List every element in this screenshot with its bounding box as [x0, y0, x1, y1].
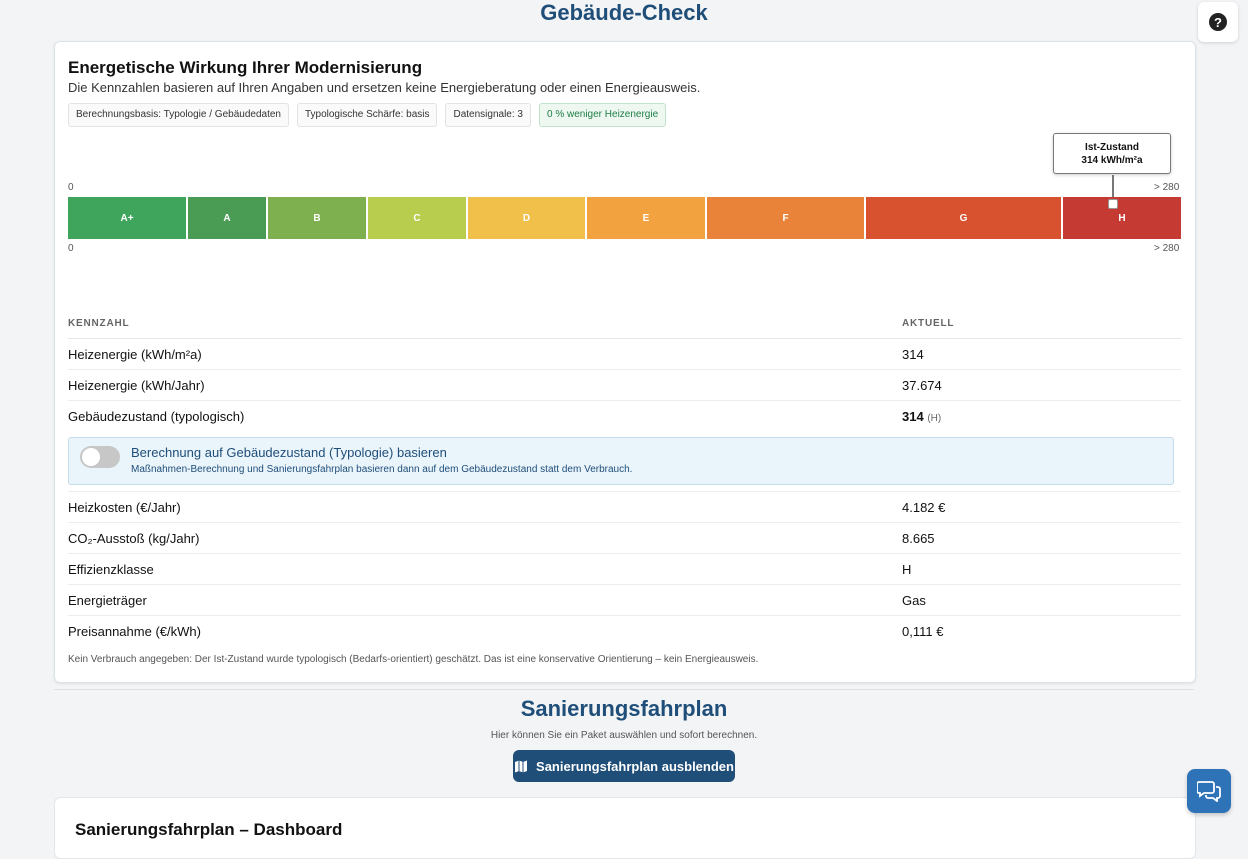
energy-impact-card: Energetische Wirkung Ihrer Modernisierun… — [54, 41, 1196, 683]
typology-toggle-switch[interactable] — [80, 446, 120, 468]
toggle-title: Berechnung auf Gebäudezustand (Typologie… — [131, 445, 447, 460]
efficiency-class-a: A — [188, 197, 266, 239]
marker-title: Ist-Zustand — [1085, 142, 1139, 153]
card-subtitle: Die Kennzahlen basieren auf Ihren Angabe… — [68, 80, 701, 95]
scale-min-bottom: 0 — [68, 243, 74, 254]
toggle-subtitle: Maßnahmen-Berechnung und Sanierungsfahrp… — [131, 464, 633, 475]
chat-button[interactable] — [1187, 769, 1231, 813]
current-state-marker-label: Ist-Zustand 314 kWh/m²a — [1053, 133, 1171, 174]
scale-min-top: 0 — [68, 182, 74, 193]
building-state-value: 314 — [902, 409, 924, 424]
row-value: 8.665 — [902, 531, 935, 546]
col-header-key: KENNZAHL — [68, 318, 130, 329]
table-row: Heizenergie (kWh/Jahr) 37.674 — [68, 370, 1181, 401]
card-title: Energetische Wirkung Ihrer Modernisierun… — [68, 58, 423, 77]
row-key: Heizkosten (€/Jahr) — [68, 500, 181, 515]
row-value: 0,111 € — [902, 624, 944, 639]
dashboard-title: Sanierungsfahrplan – Dashboard — [75, 820, 343, 839]
hide-renovation-plan-button[interactable]: Sanierungsfahrplan ausblenden — [513, 750, 735, 782]
table-row: Heizenergie (kWh/m²a) 314 — [68, 339, 1181, 370]
building-state-class: (H) — [927, 413, 942, 424]
help-button[interactable]: ? — [1198, 2, 1238, 42]
marker-value: 314 kWh/m²a — [1081, 155, 1143, 166]
disclaimer-note: Kein Verbrauch angegeben: Der Ist-Zustan… — [68, 654, 759, 665]
section-divider — [54, 689, 1194, 690]
toggle-knob — [82, 448, 100, 466]
row-value: 314 — [902, 347, 924, 362]
col-header-value: AKTUELL — [902, 318, 955, 329]
table-row: Effizienzklasse H — [68, 554, 1181, 585]
row-key: Heizenergie (kWh/m²a) — [68, 347, 202, 362]
efficiency-class-g: G — [866, 197, 1061, 239]
row-key: Preisannahme (€/kWh) — [68, 624, 201, 639]
marker-handle — [1108, 199, 1118, 209]
row-key: Gebäudezustand (typologisch) — [68, 409, 245, 424]
dashboard-card: Sanierungsfahrplan – Dashboard — [54, 797, 1196, 859]
table-row: Preisannahme (€/kWh) 0,111 € — [68, 616, 1181, 646]
efficiency-class-d: D — [468, 197, 585, 239]
efficiency-class-a-plus: A+ — [68, 197, 186, 239]
row-value: Gas — [902, 593, 926, 608]
chip-data-signals: Datensignale: 3 — [445, 103, 531, 127]
efficiency-class-bar: A+ A B C D E F G H — [68, 197, 1181, 239]
chat-icon — [1197, 781, 1221, 802]
table-row: Energieträger Gas — [68, 585, 1181, 616]
hide-button-label: Sanierungsfahrplan ausblenden — [536, 758, 734, 774]
efficiency-class-b: B — [268, 197, 366, 239]
chip-calculation-basis: Berechnungsbasis: Typologie / Gebäudedat… — [68, 103, 289, 127]
table-header: KENNZAHL AKTUELL — [68, 310, 1181, 339]
row-value: 4.182 € — [902, 500, 946, 515]
map-icon — [515, 760, 528, 772]
efficiency-class-h: H — [1063, 197, 1181, 239]
page-title: Gebäude-Check — [540, 0, 708, 25]
efficiency-class-e: E — [587, 197, 705, 239]
chip-typology-sharpness: Typologische Schärfe: basis — [296, 103, 438, 127]
row-key: CO₂-Ausstoß (kg/Jahr) — [68, 531, 200, 546]
metrics-table: KENNZAHL AKTUELL Heizenergie (kWh/m²a) 3… — [68, 310, 1181, 646]
row-value: H — [902, 562, 912, 577]
marker-line — [1112, 175, 1114, 199]
table-row: Heizkosten (€/Jahr) 4.182 € — [68, 491, 1181, 523]
chip-energy-savings: 0 % weniger Heizenergie — [538, 103, 667, 127]
typology-toggle-box: Berechnung auf Gebäudezustand (Typologie… — [68, 437, 1174, 485]
efficiency-class-f: F — [707, 197, 864, 239]
plan-section-subtitle: Hier können Sie ein Paket auswählen und … — [490, 730, 758, 741]
table-row: CO₂-Ausstoß (kg/Jahr) 8.665 — [68, 523, 1181, 554]
table-row: Gebäudezustand (typologisch) 314 (H) — [68, 401, 1181, 431]
row-key: Effizienzklasse — [68, 562, 154, 577]
efficiency-class-c: C — [368, 197, 466, 239]
row-value: 37.674 — [902, 378, 942, 393]
row-key: Energieträger — [68, 593, 147, 608]
scale-max-bottom: > 280 — [1154, 243, 1180, 254]
question-icon: ? — [1209, 13, 1227, 31]
row-key: Heizenergie (kWh/Jahr) — [68, 378, 205, 393]
plan-section-title: Sanierungsfahrplan — [520, 696, 728, 721]
row-value: 314 (H) — [902, 409, 941, 424]
info-chips: Berechnungsbasis: Typologie / Gebäudedat… — [68, 103, 667, 127]
scale-max-top: > 280 — [1154, 182, 1180, 193]
